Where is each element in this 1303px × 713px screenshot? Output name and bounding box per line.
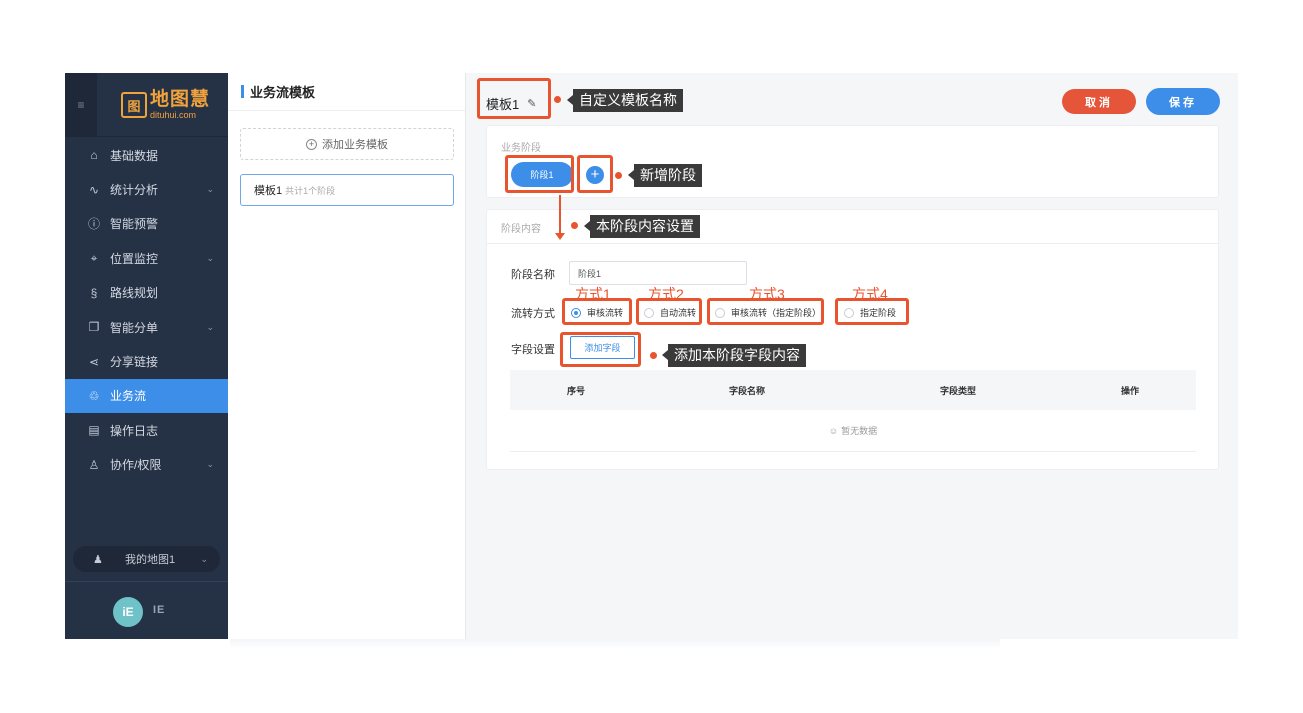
callout-dot: [571, 222, 578, 229]
pulse-icon: ∿: [88, 182, 100, 197]
map-selector[interactable]: ♟ 我的地图1 ⌄: [73, 546, 220, 572]
table-empty-row: ☺ 暂无数据: [510, 410, 1196, 452]
chevron-down-icon: ⌄: [200, 553, 208, 564]
copy-icon: ❐: [88, 320, 100, 335]
plus-circle-icon: +: [306, 138, 317, 150]
template-item-name: 模板1: [254, 185, 283, 197]
sidebar-item[interactable]: ⌖ 位置监控 ⌄: [65, 241, 228, 275]
highlight-mode-1: [562, 298, 632, 325]
chevron-down-icon: ⌄: [206, 321, 214, 332]
highlight-add-field: [560, 332, 641, 367]
user-map-icon: ♟: [93, 553, 103, 566]
template-panel: 业务流模板 + 添加业务模板 模板1 共计1个阶段: [228, 73, 466, 639]
highlight-mode-4: [835, 298, 909, 325]
callout-dot: [615, 172, 622, 179]
add-template-button[interactable]: + 添加业务模板: [240, 128, 454, 160]
field-settings-label: 字段设置: [511, 344, 555, 356]
content-section-title: 阶段内容: [501, 224, 541, 235]
save-button[interactable]: 保存: [1146, 88, 1220, 115]
sidebar-item-label: 路线规划: [110, 286, 159, 301]
sidebar-item[interactable]: ⋖ 分享链接: [65, 344, 228, 378]
sidebar-footer: iE IE: [65, 581, 228, 639]
sidebar-item-label: 基础数据: [110, 148, 159, 163]
logo[interactable]: 图 地图慧 dituhui.com: [121, 90, 210, 120]
info-circle-icon: ⓘ: [87, 217, 100, 232]
stage-name-label: 阶段名称: [511, 269, 555, 281]
template-item-count: 共计1个阶段: [285, 185, 336, 196]
sidebar-item-label: 分享链接: [110, 355, 159, 370]
sidebar-item[interactable]: ♲ 业务流: [65, 378, 228, 414]
sidebar-item-label: 业务流: [110, 389, 147, 404]
chevron-down-icon: ⌄: [206, 184, 214, 195]
highlight-stage-tab: [505, 155, 574, 193]
logo-domain: dituhui.com: [150, 110, 197, 120]
empty-icon: ☺: [828, 425, 839, 436]
highlight-template-name: [477, 78, 551, 119]
sidebar-item-label: 智能预警: [110, 217, 159, 232]
title-accent-bar: [241, 85, 244, 98]
arrow-line: [559, 195, 561, 233]
callout-new-stage: 新增阶段: [628, 164, 702, 187]
add-template-label: 添加业务模板: [322, 139, 388, 151]
sidebar-item-label: 位置监控: [110, 251, 159, 266]
sidebar: ≡ 图 地图慧 dituhui.com ⌂ 基础数据 ∿ 统计分析 ⌄ ⓘ 智能预警 ⌖ 位置监…: [65, 73, 228, 639]
map-selector-label: 我的地图1: [125, 554, 176, 566]
sidebar-item[interactable]: § 路线规划: [65, 276, 228, 310]
sidebar-nav: ⌂ 基础数据 ∿ 统计分析 ⌄ ⓘ 智能预警 ⌖ 位置监控 ⌄ § 路线规划 ❐ 智能分单 ⌄ ⋖ 分享链接 ♲ 业…: [65, 138, 228, 482]
column-header-field-type: 字段类型: [939, 385, 977, 396]
route-icon: §: [90, 285, 98, 300]
template-panel-header: 业务流模板: [228, 73, 465, 111]
logo-mark-icon: 图: [121, 92, 147, 118]
chevron-down-icon: ⌄: [206, 252, 214, 263]
sidebar-item[interactable]: ❐ 智能分单 ⌄: [65, 310, 228, 344]
sidebar-item[interactable]: ▤ 操作日志: [65, 413, 228, 447]
highlight-mode-3: [707, 298, 824, 325]
avatar-tag: IE: [153, 604, 166, 616]
bottom-shadow: [230, 639, 1000, 649]
highlight-mode-2: [636, 298, 702, 325]
callout-dot: [554, 96, 561, 103]
column-header-actions: 操作: [1120, 385, 1140, 396]
chevron-down-icon: ⌄: [206, 459, 214, 470]
column-header-field-name: 字段名称: [728, 385, 766, 396]
sidebar-item[interactable]: ⌂ 基础数据: [65, 138, 228, 172]
table-header: 序号 字段名称 字段类型 操作: [510, 370, 1196, 410]
home-icon: ⌂: [90, 148, 98, 163]
sidebar-item-label: 统计分析: [110, 183, 159, 198]
collapse-menu-icon[interactable]: ≡: [65, 73, 97, 137]
clipboard-icon: ▤: [88, 423, 100, 438]
flow-mode-label: 流转方式: [511, 308, 555, 320]
sidebar-item[interactable]: ♙ 协作/权限 ⌄: [65, 448, 228, 482]
field-table: 序号 字段名称 字段类型 操作 ☺ 暂无数据: [510, 370, 1196, 452]
arrow-down-icon: [555, 233, 565, 240]
callout-dot: [650, 352, 657, 359]
location-pin-icon: ⌖: [90, 250, 98, 265]
column-header-index: 序号: [566, 385, 586, 396]
cancel-button[interactable]: 取消: [1062, 89, 1136, 114]
sidebar-header: ≡ 图 地图慧 dituhui.com: [65, 73, 228, 137]
logo-title: 地图慧: [150, 89, 211, 110]
highlight-add-stage: [577, 155, 613, 193]
callout-custom-name: 自定义模板名称: [567, 89, 683, 112]
sidebar-item[interactable]: ⓘ 智能预警: [65, 207, 228, 241]
template-panel-title: 业务流模板: [250, 85, 316, 100]
workflow-icon: ♲: [88, 388, 100, 403]
share-icon: ⋖: [88, 354, 100, 369]
stage-name-input[interactable]: 阶段1: [569, 261, 747, 285]
sidebar-item-label: 协作/权限: [110, 458, 162, 473]
stage-section-title: 业务阶段: [501, 143, 541, 154]
callout-stage-content: 本阶段内容设置: [584, 215, 700, 238]
avatar[interactable]: iE: [113, 597, 143, 627]
sidebar-item[interactable]: ∿ 统计分析 ⌄: [65, 172, 228, 206]
sidebar-item-label: 智能分单: [110, 320, 159, 335]
sidebar-item-label: 操作日志: [110, 423, 159, 438]
empty-text: 暂无数据: [841, 426, 878, 436]
users-icon: ♙: [88, 457, 100, 472]
callout-add-field: 添加本阶段字段内容: [662, 344, 806, 367]
template-list-item[interactable]: 模板1 共计1个阶段: [240, 174, 454, 206]
